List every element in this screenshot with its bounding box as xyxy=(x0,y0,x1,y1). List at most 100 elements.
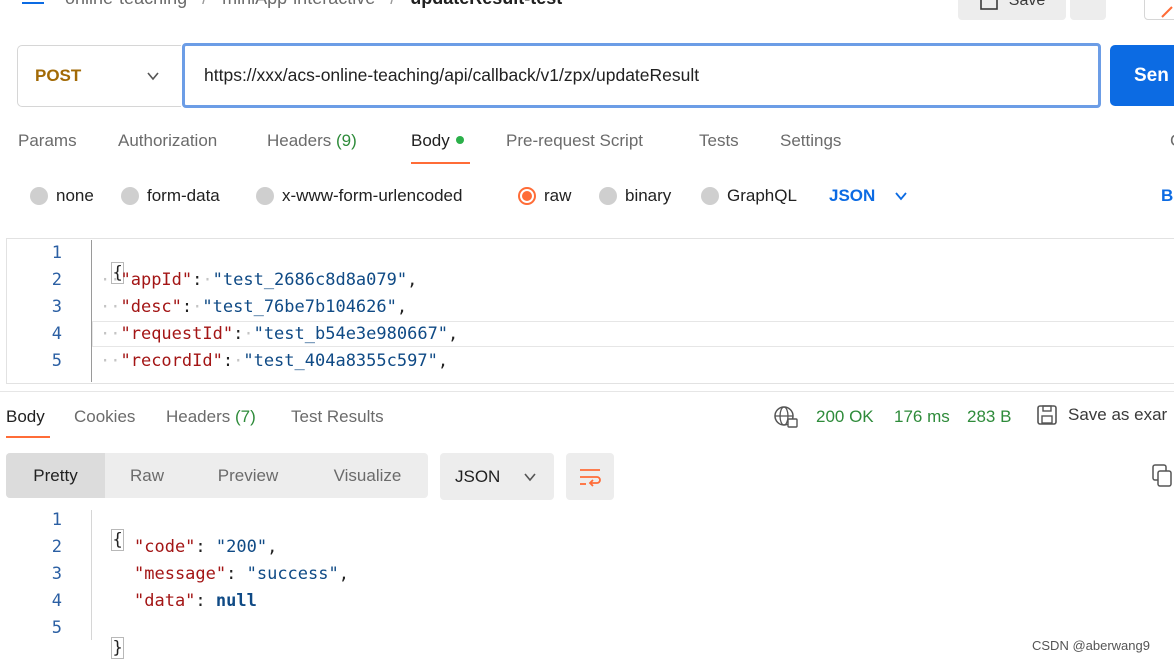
json-key: "recordId" xyxy=(120,351,223,371)
code-line: "code": "200", xyxy=(134,537,278,557)
radio-label: form-data xyxy=(147,186,220,205)
view-preview-button[interactable]: Preview xyxy=(189,453,307,498)
active-tab-indicator xyxy=(6,436,50,438)
radio-label: raw xyxy=(544,186,572,205)
radio-circle xyxy=(30,187,48,205)
tab-headers[interactable]: Headers (9) xyxy=(267,131,357,151)
response-tab-headers-count: (7) xyxy=(235,407,256,426)
json-value: "test_76be7b104626" xyxy=(202,297,397,317)
modified-dot-icon xyxy=(455,135,464,144)
code-line: "message": "success", xyxy=(134,564,349,584)
radio-circle xyxy=(701,187,719,205)
radio-form-data[interactable]: form-data xyxy=(121,186,220,206)
method-label: POST xyxy=(35,66,82,85)
save-button[interactable]: Save xyxy=(958,0,1066,20)
response-size[interactable]: 283 B xyxy=(967,407,1011,427)
breadcrumb-item-folder[interactable]: miniApp-interactive xyxy=(222,0,375,8)
wrap-lines-button[interactable] xyxy=(566,453,614,500)
code-line: ··"requestId":·"test_b54e3e980667", xyxy=(100,324,459,344)
response-tab-headers-label: Headers xyxy=(166,407,231,426)
url-input[interactable]: https://xxx/acs-online-teaching/api/call… xyxy=(182,43,1101,108)
radio-none[interactable]: none xyxy=(30,186,94,206)
response-time[interactable]: 176 ms xyxy=(894,407,950,427)
save-icon xyxy=(1037,405,1057,425)
beautify-link[interactable]: B xyxy=(1161,186,1173,206)
code-line: ··"desc":·"test_76be7b104626", xyxy=(100,297,408,317)
line-number: 5 xyxy=(51,351,62,371)
globe-lock-icon[interactable] xyxy=(773,405,799,429)
pencil-icon xyxy=(1161,6,1173,18)
breadcrumb-current-request[interactable]: updateResult-test xyxy=(410,0,562,8)
tab-params[interactable]: Params xyxy=(18,131,77,151)
tab-settings[interactable]: Settings xyxy=(780,131,841,151)
url-value: https://xxx/acs-online-teaching/api/call… xyxy=(204,65,700,85)
save-as-example-button[interactable]: Save as exar xyxy=(1036,404,1167,426)
line-number: 4 xyxy=(51,591,62,611)
response-tab-body[interactable]: Body xyxy=(6,407,45,427)
tab-body[interactable]: Body xyxy=(411,131,464,151)
radio-label: none xyxy=(56,186,94,205)
edit-button[interactable] xyxy=(1144,0,1174,20)
radio-circle xyxy=(256,187,274,205)
cookies-link[interactable]: C xyxy=(1170,131,1174,151)
status-code[interactable]: 200 OK xyxy=(816,407,874,427)
pane-divider[interactable] xyxy=(0,391,1174,392)
view-pretty-button[interactable]: Pretty xyxy=(6,453,105,498)
line-number: 3 xyxy=(51,564,62,584)
method-select[interactable]: POST xyxy=(17,45,181,107)
watermark: CSDN @aberwang9 xyxy=(1032,638,1150,653)
send-button[interactable]: Sen xyxy=(1110,45,1174,106)
json-key: "appId" xyxy=(120,270,193,290)
tab-body-label: Body xyxy=(411,131,450,150)
radio-circle-selected xyxy=(518,187,536,205)
tab-pre-request-script[interactable]: Pre-request Script xyxy=(506,131,643,151)
body-language-label: JSON xyxy=(829,186,876,205)
chevron-down-icon xyxy=(147,72,159,81)
tab-authorization[interactable]: Authorization xyxy=(118,131,217,151)
line-number: 2 xyxy=(51,537,62,557)
response-language-select[interactable]: JSON xyxy=(440,453,554,500)
tab-headers-count: (9) xyxy=(336,131,357,150)
json-key: "desc" xyxy=(120,297,182,317)
save-icon xyxy=(979,0,998,10)
radio-binary[interactable]: binary xyxy=(599,186,671,206)
radio-circle xyxy=(599,187,617,205)
chevron-down-icon xyxy=(524,472,536,481)
tab-tests[interactable]: Tests xyxy=(699,131,739,151)
json-value: "200" xyxy=(215,537,268,557)
breadcrumb-separator: / xyxy=(202,0,207,8)
save-options-button[interactable] xyxy=(1070,0,1106,20)
chevron-down-icon xyxy=(895,192,907,201)
body-language-select[interactable]: JSON xyxy=(829,186,909,206)
code-line: } xyxy=(92,618,124,659)
line-number: 5 xyxy=(51,618,62,638)
radio-label: x-www-form-urlencoded xyxy=(282,186,463,205)
json-key: "requestId" xyxy=(120,324,234,344)
json-value: "success" xyxy=(246,564,339,584)
breadcrumb-item-collection[interactable]: online-teaching xyxy=(65,0,187,8)
view-raw-button[interactable]: Raw xyxy=(105,453,189,498)
wrap-text-icon xyxy=(580,468,601,487)
json-value: null xyxy=(215,591,257,611)
active-tab-indicator xyxy=(411,162,470,164)
radio-circle xyxy=(121,187,139,205)
breadcrumb: online-teaching / miniApp-interactive / … xyxy=(22,0,562,8)
json-key: "code" xyxy=(134,537,196,557)
breadcrumb-separator: / xyxy=(390,0,395,8)
view-visualize-button[interactable]: Visualize xyxy=(307,453,428,498)
radio-raw[interactable]: raw xyxy=(518,186,571,206)
response-tab-headers[interactable]: Headers (7) xyxy=(166,407,256,427)
code-line: ··"appId":·"test_2686c8d8a079", xyxy=(100,270,418,290)
close-brace: } xyxy=(111,637,124,659)
code-line: { xyxy=(92,510,124,551)
send-label: Sen xyxy=(1134,64,1169,86)
json-value: "test_404a8355c597" xyxy=(243,351,438,371)
response-tab-test-results[interactable]: Test Results xyxy=(291,407,384,427)
radio-urlencoded[interactable]: x-www-form-urlencoded xyxy=(256,186,462,206)
copy-icon[interactable] xyxy=(1150,463,1174,489)
line-number: 4 xyxy=(51,324,62,344)
radio-graphql[interactable]: GraphQL xyxy=(701,186,797,206)
save-as-example-label: Save as exar xyxy=(1068,405,1168,424)
collection-icon xyxy=(22,0,44,4)
response-tab-cookies[interactable]: Cookies xyxy=(74,407,135,427)
